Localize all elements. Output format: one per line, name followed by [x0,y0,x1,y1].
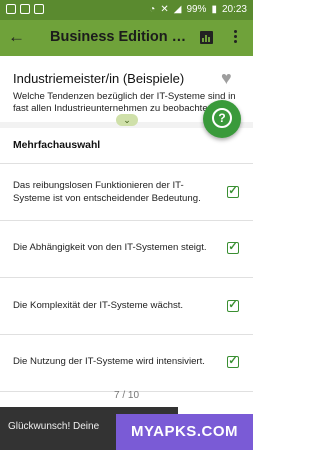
answer-label: Die Komplexität der IT-Systeme wächst. [13,300,184,311]
answer-row[interactable]: Die Abhängigkeit von den IT-Systemen ste… [0,221,253,277]
answer-checkbox[interactable]: ✓ [227,356,239,368]
question-title: Industriemeister/in (Beispiele) [13,71,185,86]
notification-icons [6,4,44,14]
statistics-chart-icon[interactable] [200,31,213,44]
status-bar: ◔ ✕ ◢ 99% ▮ 20:23 [0,0,253,20]
mute-icon: ✕ [160,4,169,15]
watermark-logo: MYAPKS.COM [116,414,253,450]
wifi-icon: ◔ [149,4,156,15]
favorite-heart-icon[interactable]: ♥ [221,69,232,87]
expand-chevron-icon[interactable]: ⌄ [116,114,138,126]
app-bar: ← Business Edition Be... [0,20,253,56]
app-title: Business Edition Be... [50,29,190,45]
more-vert-icon[interactable] [232,30,238,46]
notification-icon [6,4,16,14]
answer-label: Die Nutzung der IT-Systeme wird intensiv… [13,356,205,367]
download-icon [34,4,44,14]
clock: 20:23 [221,4,247,15]
answer-checkbox[interactable]: ✓ [227,242,239,254]
back-arrow-icon[interactable]: ← [8,27,28,47]
answer-label: Die Abhängigkeit von den IT-Systemen ste… [13,242,207,253]
section-label: Mehrfachauswahl [13,140,101,151]
toast-text: Glückwunsch! Deine [8,421,100,432]
answer-row[interactable]: Die Komplexität der IT-Systeme wächst. ✓ [0,278,253,334]
answer-row[interactable]: Die Nutzung der IT-Systeme wird intensiv… [0,335,253,391]
answer-checkbox[interactable]: ✓ [227,186,239,198]
answer-row[interactable]: Das reibungslosen Funktionieren der IT-S… [0,164,253,220]
answer-checkbox[interactable]: ✓ [227,300,239,312]
answer-label: Das reibungslosen Funktionieren der IT-S… [13,180,201,204]
help-icon: ? [212,108,232,128]
answers-area: Mehrfachauswahl Das reibungslosen Funkti… [0,122,253,404]
battery-text: 99% [186,4,207,15]
page-counter: 7 / 10 [113,390,140,401]
battery-icon: ▮ [211,4,217,15]
help-button[interactable]: ? [203,100,241,138]
answers-card: Mehrfachauswahl Das reibungslosen Funkti… [0,128,253,404]
status-icons: ◔ ✕ ◢ 99% ▮ 20:23 [149,4,247,15]
signal-icon: ◢ [173,4,182,15]
image-icon [20,4,30,14]
